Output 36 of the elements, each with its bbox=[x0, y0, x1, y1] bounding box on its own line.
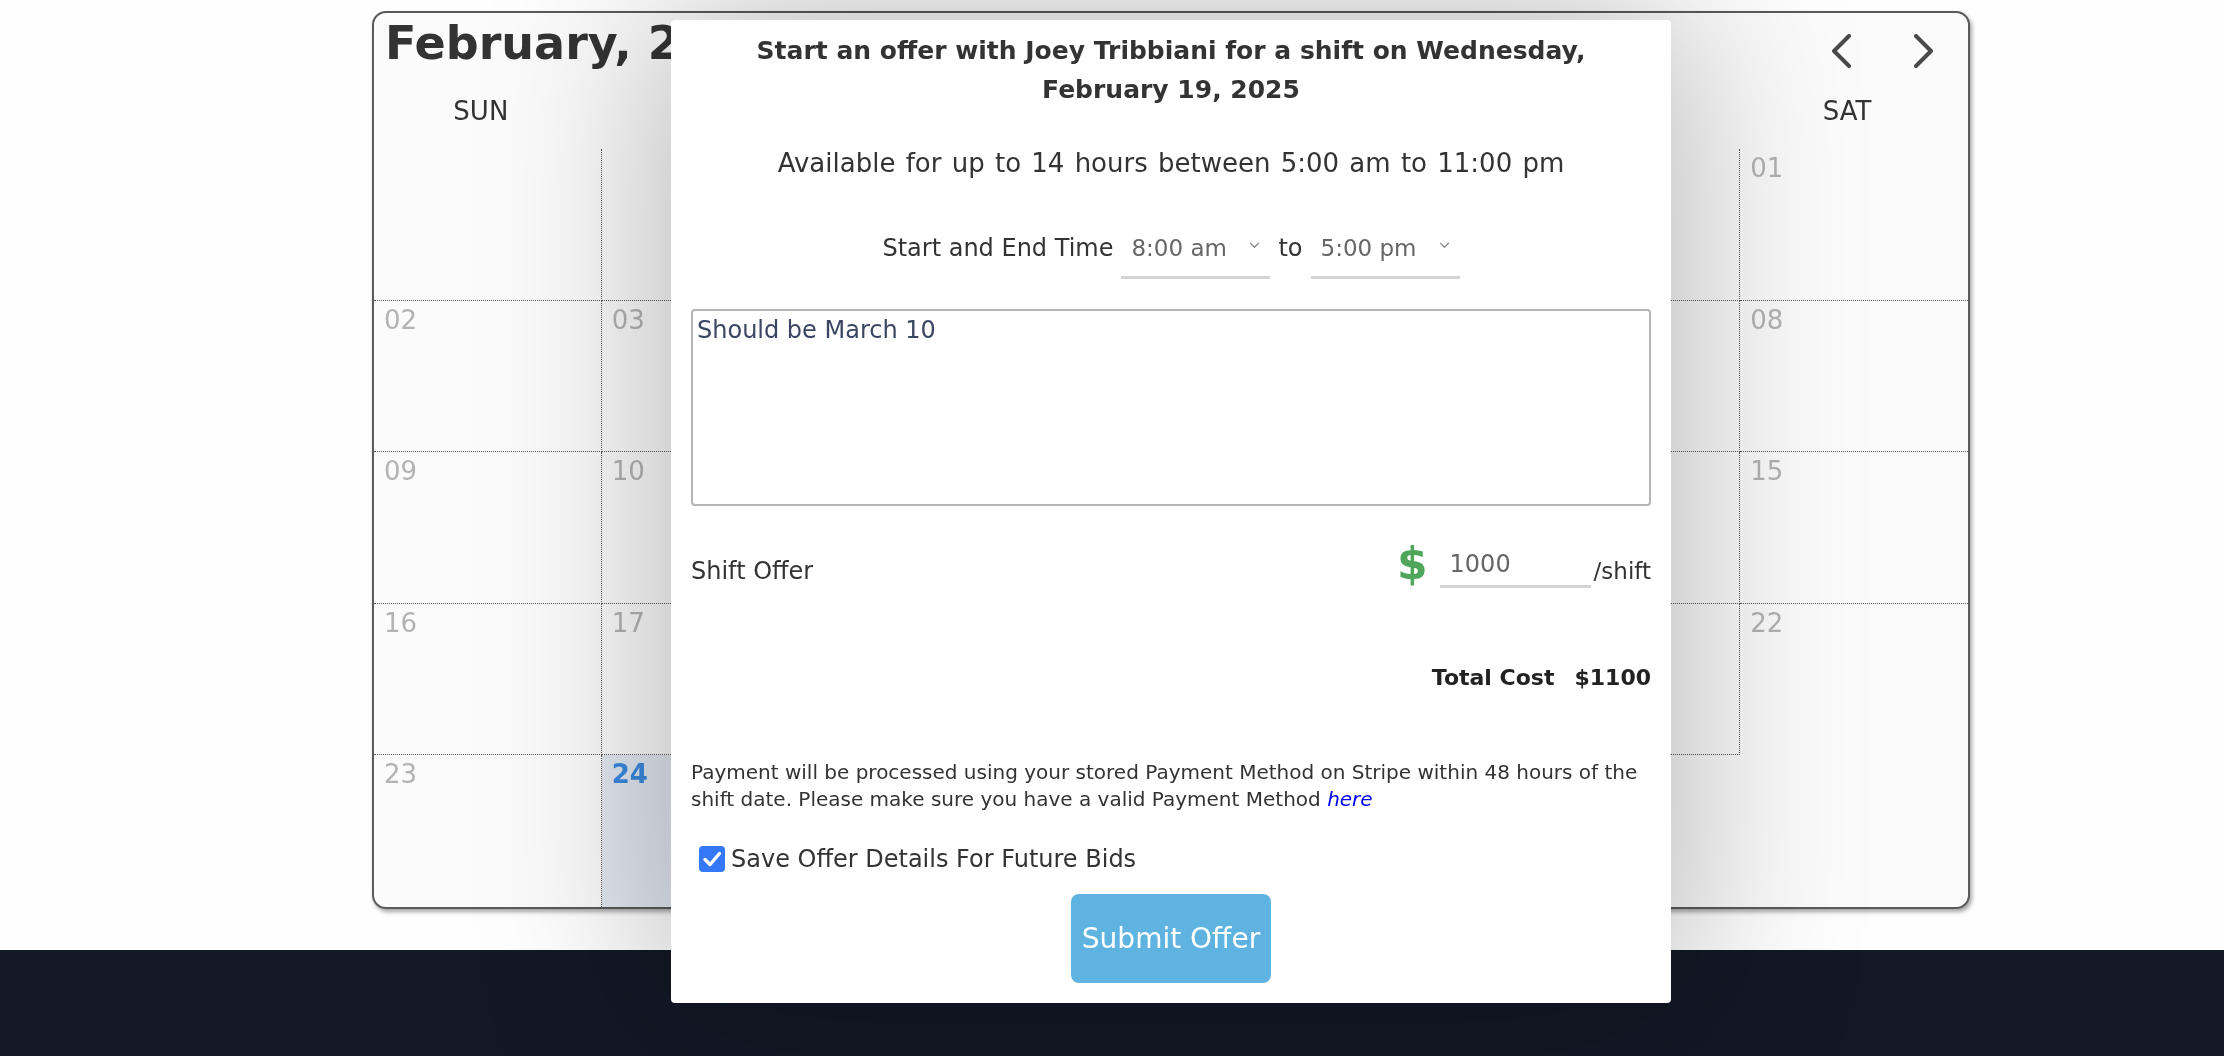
submit-button[interactable]: Submit Offer bbox=[1071, 894, 1271, 983]
day-number[interactable]: 17 bbox=[611, 607, 645, 638]
checkbox-label: Save Offer Details For Future Bids bbox=[731, 844, 1137, 874]
day-number[interactable]: 10 bbox=[611, 456, 645, 487]
start-time-select[interactable]: 8:00 am bbox=[1121, 229, 1271, 279]
message-field[interactable]: Should be March 10 bbox=[691, 309, 1651, 506]
currency-symbol: $ bbox=[1396, 540, 1428, 588]
day-number[interactable]: 01 bbox=[1750, 153, 1784, 183]
day-number[interactable]: 22 bbox=[1750, 607, 1784, 638]
total-cost-label: Total Cost bbox=[1431, 664, 1555, 692]
chevron-left-icon[interactable] bbox=[1830, 34, 1852, 68]
day-number[interactable]: 03 bbox=[611, 304, 645, 335]
dialog-title: Start an offer with Joey Tribbiani for a shift on Wednesday, February 19, 2025 bbox=[755, 35, 1587, 106]
offer-amount-field[interactable]: 1000 bbox=[1439, 549, 1591, 588]
availability-text: Available for up to 14 hours between 5:00 am to 11:00 pm bbox=[777, 147, 1565, 180]
day-number[interactable]: 08 bbox=[1750, 304, 1784, 335]
day-number[interactable]: 09 bbox=[384, 456, 418, 487]
weekday-label: SAT bbox=[1822, 96, 1872, 126]
day-number[interactable]: 02 bbox=[384, 304, 418, 335]
unit-label: /shift bbox=[1593, 557, 1651, 586]
day-number[interactable]: 16 bbox=[384, 607, 418, 638]
chevron-down-icon bbox=[1438, 241, 1450, 249]
to-label: to bbox=[1278, 233, 1303, 263]
day-number[interactable]: 24 bbox=[611, 759, 648, 790]
checkbox[interactable] bbox=[699, 846, 725, 872]
payment-method-link[interactable]: here bbox=[1327, 787, 1373, 811]
end-time-select[interactable]: 5:00 pm bbox=[1310, 229, 1460, 279]
day-number[interactable]: 23 bbox=[384, 759, 418, 790]
total-cost-value: $1100 bbox=[1574, 664, 1651, 692]
chevron-down-icon bbox=[1249, 241, 1261, 249]
time-range-label: Start and End Time bbox=[882, 233, 1114, 263]
chevron-right-icon[interactable] bbox=[1913, 34, 1935, 68]
weekday-label: SUN bbox=[453, 96, 509, 126]
day-number[interactable]: 15 bbox=[1750, 456, 1784, 487]
payment-note: Payment will be processed using your stored Payment Method on Stripe within 48 hours of the shift date. Please make sure you have a valid Payment Method here bbox=[691, 759, 1639, 813]
shift-offer-label: Shift Offer bbox=[691, 556, 814, 586]
